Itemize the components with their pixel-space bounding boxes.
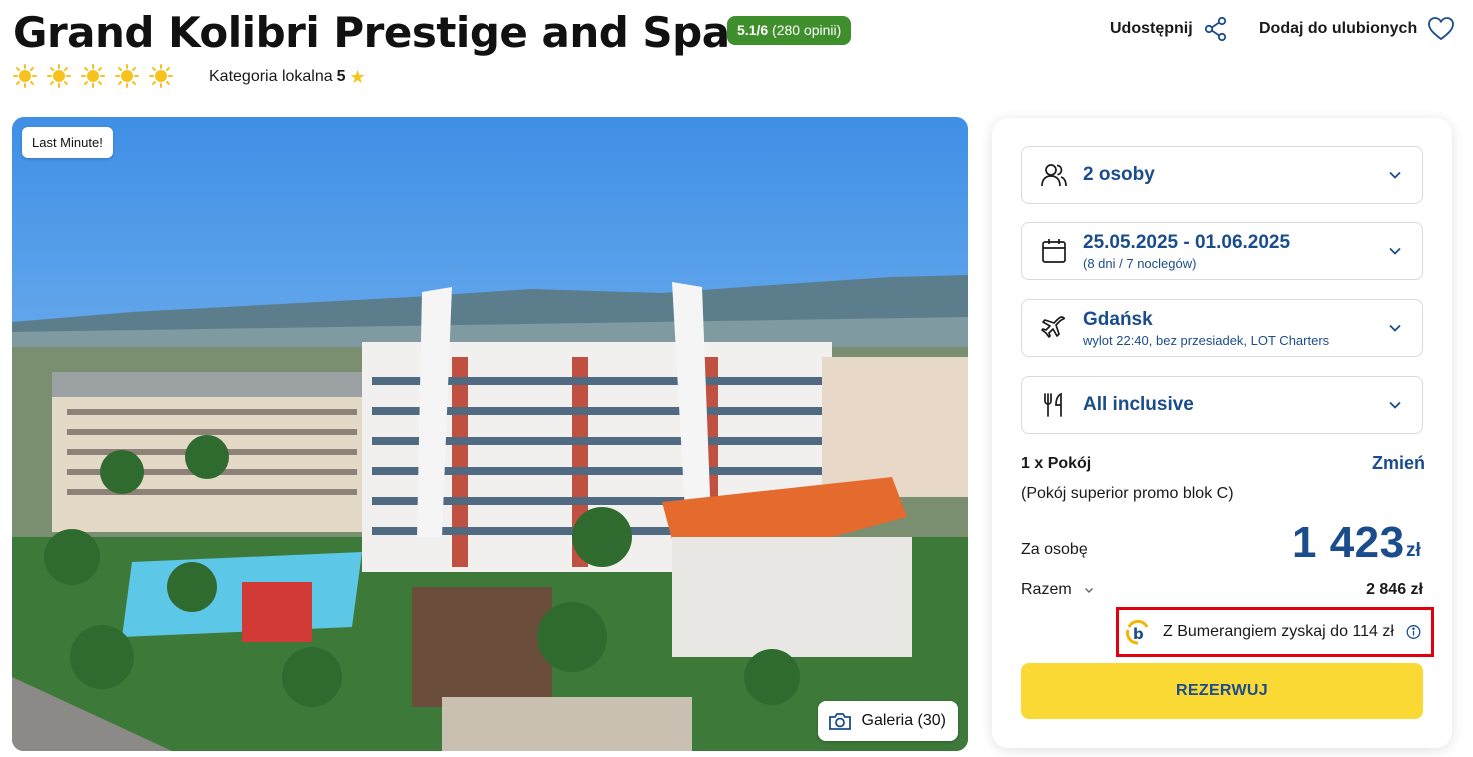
- rating-badge[interactable]: 5.1/6 (280 opinii): [727, 16, 852, 45]
- total-toggle[interactable]: Razem: [1021, 581, 1094, 599]
- heart-icon: [1428, 17, 1455, 41]
- hotel-header: Grand Kolibri Prestige and Spa 5.1/6 (28…: [0, 0, 1473, 110]
- camera-icon: [828, 713, 851, 730]
- svg-text:b: b: [1133, 625, 1144, 643]
- change-room-link[interactable]: Zmień: [1372, 453, 1425, 474]
- share-label: Udostępnij: [1110, 20, 1193, 37]
- local-category-label: Kategoria lokalna: [209, 68, 333, 85]
- board-select[interactable]: All inclusive: [1021, 376, 1423, 434]
- bumerang-cashback: b Z Bumerangiem zyskaj do 114 zł: [1116, 607, 1434, 657]
- persons-select[interactable]: 2 osoby: [1021, 146, 1423, 204]
- plane-icon: [1041, 316, 1066, 338]
- gallery-button[interactable]: Galeria (30): [817, 701, 958, 741]
- chevron-down-icon: [1084, 588, 1093, 593]
- chevron-down-icon: [1389, 401, 1401, 409]
- hotel-title: Grand Kolibri Prestige and Spa: [13, 8, 730, 57]
- local-category: Kategoria lokalna 5 ★: [209, 68, 366, 86]
- share-icon: [1204, 16, 1226, 42]
- reserve-button[interactable]: REZERWUJ: [1021, 663, 1423, 719]
- chevron-down-icon: [1389, 324, 1401, 332]
- sun-icon: [47, 64, 71, 88]
- dates-select[interactable]: 25.05.2025 - 01.06.2025 (8 dni / 7 nocle…: [1021, 222, 1423, 280]
- dates-sub: (8 dni / 7 noclegów): [1083, 256, 1197, 271]
- sun-icon: [149, 64, 173, 88]
- booking-panel: 2 osoby 25.05.2025 - 01.06.2025 (8 dni /…: [992, 118, 1452, 748]
- dates-value: 25.05.2025 - 01.06.2025: [1083, 232, 1291, 253]
- departure-value: Gdańsk: [1083, 309, 1153, 330]
- room-description: (Pokój superior promo blok C): [1021, 485, 1234, 502]
- per-person-price: 1 423: [1292, 518, 1405, 567]
- per-person-currency: zł: [1406, 540, 1421, 561]
- local-category-value: 5: [336, 68, 346, 85]
- rating-score: 5.1/6: [737, 22, 769, 38]
- hotel-photo-image: [12, 117, 968, 751]
- cutlery-icon: [1044, 392, 1062, 417]
- sun-icon: [13, 64, 37, 88]
- chevron-down-icon: [1389, 247, 1401, 255]
- per-person-label: Za osobę: [1021, 541, 1088, 558]
- star-icon: ★: [349, 67, 366, 87]
- gallery-label: Galeria (30): [861, 712, 946, 729]
- share-button[interactable]: Udostępnij: [1110, 16, 1229, 42]
- persons-value: 2 osoby: [1083, 164, 1155, 185]
- departure-sub: wylot 22:40, bez przesiadek, LOT Charter…: [1083, 333, 1330, 348]
- total-label: Razem: [1021, 581, 1072, 598]
- favorite-button[interactable]: Dodaj do ulubionych: [1259, 16, 1455, 42]
- hotel-photo[interactable]: Last Minute! Galeria (30): [12, 117, 968, 751]
- sun-icon: [115, 64, 139, 88]
- favorite-label: Dodaj do ulubionych: [1259, 20, 1418, 37]
- chevron-down-icon: [1389, 171, 1401, 179]
- people-icon: [1041, 164, 1067, 187]
- last-minute-badge: Last Minute!: [22, 127, 113, 158]
- total-price: 2 846 zł: [1366, 581, 1423, 598]
- calendar-icon: [1042, 239, 1066, 263]
- bumerang-text: Z Bumerangiem zyskaj do 114 zł: [1163, 623, 1394, 640]
- sun-rating: [13, 64, 173, 88]
- board-value: All inclusive: [1083, 394, 1194, 415]
- rating-count: (280 opinii): [772, 22, 842, 38]
- departure-select[interactable]: Gdańsk wylot 22:40, bez przesiadek, LOT …: [1021, 299, 1423, 357]
- info-icon[interactable]: [1406, 625, 1421, 640]
- sun-icon: [81, 64, 105, 88]
- bumerang-logo-icon: b: [1126, 619, 1149, 645]
- room-count: 1 x Pokój: [1021, 455, 1092, 472]
